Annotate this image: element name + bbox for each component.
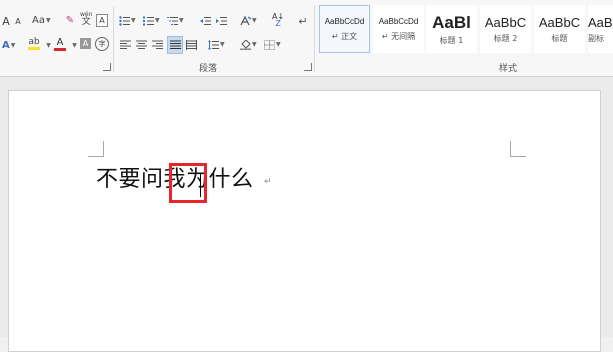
line-spacing-icon	[208, 40, 219, 50]
character-border-button[interactable]: A	[96, 14, 108, 27]
align-center-icon	[135, 40, 147, 49]
justify-icon	[169, 40, 181, 49]
multilevel-list-button[interactable]: ▼	[167, 13, 184, 29]
paragraph-dialog-launcher[interactable]	[304, 63, 312, 71]
show-paragraph-marks-button[interactable]: ↵	[297, 13, 309, 29]
increase-indent-icon	[215, 17, 227, 25]
highlight-color-bar	[28, 47, 40, 50]
style-name: 标题 1	[439, 35, 464, 45]
increase-indent-button[interactable]	[215, 13, 227, 29]
margin-corner-top-left	[88, 141, 104, 157]
chinese-layout-icon	[240, 16, 251, 26]
ribbon: A A Aa ▼ ✎ wén 文 A A ▼ ab ▼ A ▼ A 字 ▼ ▼ ▼ ▼…	[0, 0, 613, 77]
style-name: 标题 2	[493, 33, 518, 43]
character-shading-button[interactable]: A	[80, 38, 91, 49]
styles-gallery: AaBbCcDd ↵ 正文 AaBbCcDd ↵ 无间隔 AaBl 标题 1 A…	[318, 5, 613, 57]
borders-icon	[264, 40, 275, 50]
margin-corner-top-right	[510, 141, 526, 157]
chevron-down-icon: ▼	[45, 17, 51, 24]
align-right-button[interactable]	[151, 37, 163, 53]
justify-button[interactable]	[167, 36, 183, 54]
bullet-list-icon	[119, 16, 130, 26]
numbering-button[interactable]: ▼	[143, 13, 160, 29]
distributed-button[interactable]	[185, 37, 197, 53]
highlight-dropdown[interactable]: ▼	[42, 38, 54, 54]
group-separator	[314, 6, 315, 72]
style-name: 标题	[551, 33, 568, 43]
paragraph-mark: ↵	[264, 177, 272, 187]
font-dialog-launcher[interactable]	[103, 63, 111, 71]
annotation-highlight-box	[169, 163, 207, 203]
style-name: ↵ 无间隔	[381, 31, 416, 41]
style-heading-2[interactable]: AaBbC 标题 2	[480, 5, 531, 53]
eraser-icon: ✎	[65, 15, 75, 26]
align-left-icon	[119, 40, 131, 49]
document-area: 不要问我为什么 ↵	[0, 77, 613, 352]
shading-button[interactable]: ▼	[240, 37, 257, 53]
decrease-indent-icon	[199, 17, 211, 25]
distributed-icon	[185, 40, 197, 50]
style-heading-1[interactable]: AaBl 标题 1	[426, 5, 477, 53]
font-color-dropdown[interactable]: ▼	[68, 38, 80, 54]
style-sample: AaB	[588, 14, 613, 30]
style-sample: AaBbCcDd	[378, 16, 419, 26]
style-sample: AaBbC	[538, 14, 581, 30]
multilevel-list-icon	[167, 17, 178, 25]
grow-font-button[interactable]: A	[0, 13, 12, 29]
enclose-characters-button[interactable]: 字	[95, 37, 109, 51]
style-name: ↵ 正文	[331, 31, 358, 41]
style-sample: AaBl	[432, 12, 471, 32]
shrink-font-button[interactable]: A	[12, 14, 24, 30]
style-subtitle[interactable]: AaB 副标	[588, 5, 613, 53]
numbered-list-icon	[143, 16, 154, 26]
bullets-button[interactable]: ▼	[119, 13, 136, 29]
chinese-layout-button[interactable]: ▼	[240, 13, 257, 29]
chevron-down-icon: ▼	[10, 42, 16, 49]
style-sample: AaBbCcDd	[324, 16, 365, 26]
paint-bucket-icon	[240, 40, 251, 50]
align-right-icon	[151, 40, 163, 49]
sort-button[interactable]: A↓ Z	[272, 12, 284, 28]
change-case-button[interactable]: Aa ▼	[32, 13, 51, 29]
phonetic-guide-button[interactable]: wén 文	[80, 11, 92, 27]
document-page[interactable]: 不要问我为什么 ↵	[8, 90, 601, 352]
styles-group-label: 样式	[499, 64, 518, 74]
style-title[interactable]: AaBbC 标题	[534, 5, 585, 53]
font-color-button[interactable]: A	[54, 36, 66, 52]
style-sample: AaBbC	[484, 14, 527, 30]
paragraph-group-label: 段落	[199, 64, 218, 74]
style-normal[interactable]: AaBbCcDd ↵ 正文	[319, 5, 370, 53]
decrease-indent-button[interactable]	[199, 13, 211, 29]
clear-formatting-button[interactable]: ✎	[64, 13, 76, 29]
group-separator	[113, 6, 114, 72]
style-name: 副标	[588, 33, 604, 43]
align-center-button[interactable]	[135, 37, 147, 53]
style-no-spacing[interactable]: AaBbCcDd ↵ 无间隔	[373, 5, 424, 53]
align-left-button[interactable]	[119, 37, 131, 53]
text-effects-button[interactable]: A ▼	[2, 38, 15, 54]
borders-button[interactable]: ▼	[264, 37, 281, 53]
line-spacing-button[interactable]: ▼	[208, 37, 225, 53]
font-color-bar	[54, 47, 66, 51]
highlight-color-button[interactable]: ab	[28, 36, 40, 52]
